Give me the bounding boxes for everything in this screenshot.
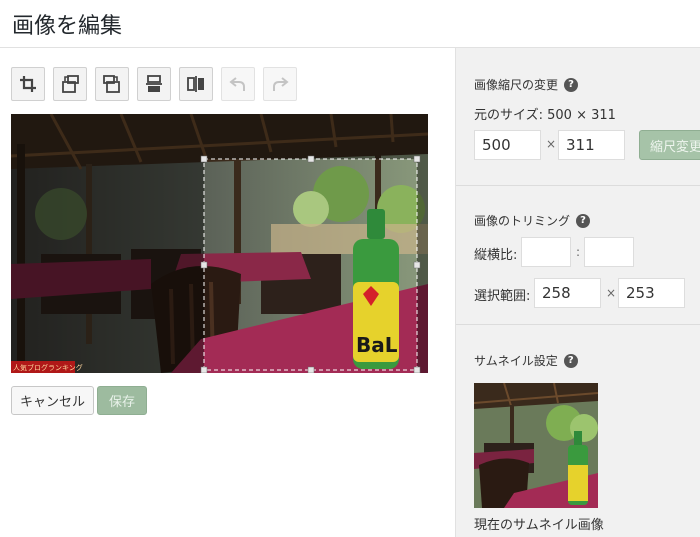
divider: [456, 185, 700, 186]
restaurant-photo: BaL 人気ブログランキング: [11, 114, 428, 373]
original-size-label: 元のサイズ: 500 × 311: [474, 108, 616, 123]
undo-button[interactable]: [221, 67, 255, 101]
aspect-width-input[interactable]: [521, 237, 571, 267]
selection-height-input[interactable]: 253: [618, 278, 685, 308]
image-toolbar: [11, 67, 297, 101]
thumbnail-title-text: サムネイル設定: [474, 354, 558, 368]
rotate-right-button[interactable]: [95, 67, 129, 101]
page-title: 画像を編集: [12, 14, 123, 39]
rotate-right-icon: [103, 75, 120, 93]
selection-label: 選択範囲:: [474, 289, 531, 304]
undo-icon: [229, 77, 245, 91]
help-icon[interactable]: ?: [576, 213, 591, 228]
rotate-left-icon: [62, 75, 79, 93]
crop-section-title: 画像のトリミング ?: [474, 212, 591, 229]
thumbnail-image: [474, 383, 598, 508]
aspect-ratio-label: 縦横比:: [474, 248, 518, 263]
rotate-left-button[interactable]: [53, 67, 87, 101]
selection-width-input[interactable]: 258: [534, 278, 601, 308]
edit-sidebar: 画像縮尺の変更 ? 元のサイズ: 500 × 311 500 × 311 縮尺変…: [455, 48, 700, 537]
page-header: 画像を編集: [0, 0, 700, 48]
save-button[interactable]: 保存: [97, 386, 147, 415]
aspect-height-input[interactable]: [584, 237, 634, 267]
svg-text:BaL: BaL: [356, 333, 398, 357]
flip-horizontal-icon: [187, 76, 204, 92]
scale-times: ×: [546, 137, 557, 151]
scale-height-input[interactable]: 311: [558, 130, 625, 160]
thumbnail-caption: 現在のサムネイル画像: [474, 518, 604, 533]
help-icon[interactable]: ?: [564, 77, 579, 92]
flip-horizontal-button[interactable]: [179, 67, 213, 101]
scale-button[interactable]: 縮尺変更: [639, 130, 700, 160]
watermark-text: 人気ブログランキング: [13, 363, 83, 372]
aspect-colon: :: [576, 245, 581, 259]
cancel-button[interactable]: キャンセル: [11, 386, 94, 415]
redo-icon: [273, 77, 289, 91]
scale-section-title: 画像縮尺の変更 ?: [474, 76, 579, 93]
crop-title-text: 画像のトリミング: [474, 214, 571, 228]
selection-times: ×: [606, 286, 617, 300]
crop-icon: [20, 76, 36, 92]
help-icon[interactable]: ?: [563, 353, 578, 368]
redo-button[interactable]: [263, 67, 297, 101]
scale-title-text: 画像縮尺の変更: [474, 78, 559, 92]
scale-width-input[interactable]: 500: [474, 130, 541, 160]
flip-vertical-icon: [146, 75, 162, 92]
flip-vertical-button[interactable]: [137, 67, 171, 101]
image-canvas[interactable]: BaL 人気ブログランキング: [11, 114, 428, 373]
divider: [456, 324, 700, 325]
thumbnail-section-title: サムネイル設定 ?: [474, 352, 578, 369]
crop-button[interactable]: [11, 67, 45, 101]
